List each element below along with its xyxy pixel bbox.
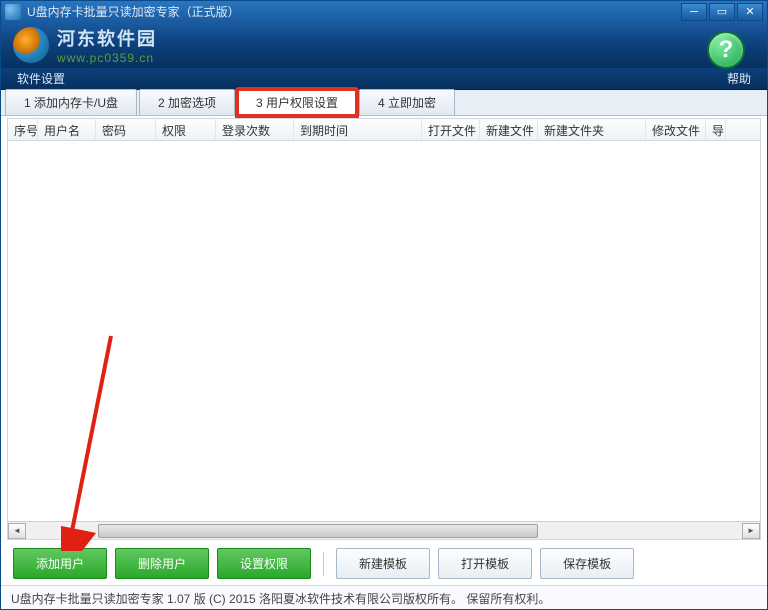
titlebar: U盘内存卡批量只读加密专家（正式版） ─ ▭ ✕ <box>1 1 767 23</box>
scroll-right-button[interactable]: ► <box>742 523 760 539</box>
col-newfile[interactable]: 新建文件 <box>480 119 538 140</box>
table-body <box>8 141 760 521</box>
minimize-button[interactable]: ─ <box>681 3 707 21</box>
window-title: U盘内存卡批量只读加密专家（正式版） <box>27 3 681 20</box>
scroll-left-button[interactable]: ◄ <box>8 523 26 539</box>
table-header: 序号 用户名 密码 权限 登录次数 到期时间 打开文件 新建文件 新建文件夹 修… <box>8 119 760 141</box>
app-header: 河东软件园 www.pc0359.cn ? <box>1 23 767 68</box>
horizontal-scrollbar[interactable]: ◄ ► <box>8 521 760 539</box>
col-export[interactable]: 导 <box>706 119 726 140</box>
content-area: 序号 用户名 密码 权限 登录次数 到期时间 打开文件 新建文件 新建文件夹 修… <box>1 116 767 585</box>
button-bar: 添加用户 删除用户 设置权限 新建模板 打开模板 保存模板 <box>7 540 761 583</box>
scroll-thumb[interactable] <box>98 524 538 538</box>
tabbar: 1 添加内存卡/U盘 2 加密选项 3 用户权限设置 4 立即加密 <box>1 90 767 116</box>
logo-url: www.pc0359.cn <box>57 51 157 65</box>
save-template-button[interactable]: 保存模板 <box>540 548 634 579</box>
help-icon[interactable]: ? <box>707 31 745 69</box>
close-button[interactable]: ✕ <box>737 3 763 21</box>
add-user-button[interactable]: 添加用户 <box>13 548 107 579</box>
col-editfile[interactable]: 修改文件 <box>646 119 706 140</box>
menubar: 软件设置 帮助 <box>1 68 767 90</box>
user-table: 序号 用户名 密码 权限 登录次数 到期时间 打开文件 新建文件 新建文件夹 修… <box>7 118 761 540</box>
tab-user-permissions[interactable]: 3 用户权限设置 <box>237 89 357 116</box>
menu-settings[interactable]: 软件设置 <box>9 68 73 89</box>
status-bar: U盘内存卡批量只读加密专家 1.07 版 (C) 2015 洛阳夏冰软件技术有限… <box>1 585 767 609</box>
app-logo: 河东软件园 www.pc0359.cn <box>13 25 157 65</box>
tab-encrypt-options[interactable]: 2 加密选项 <box>139 89 235 115</box>
col-openfile[interactable]: 打开文件 <box>422 119 480 140</box>
button-divider <box>323 552 324 576</box>
col-username[interactable]: 用户名 <box>38 119 96 140</box>
col-permission[interactable]: 权限 <box>156 119 216 140</box>
tab-encrypt-now[interactable]: 4 立即加密 <box>359 89 455 115</box>
col-newfolder[interactable]: 新建文件夹 <box>538 119 646 140</box>
set-permission-button[interactable]: 设置权限 <box>217 548 311 579</box>
col-password[interactable]: 密码 <box>96 119 156 140</box>
col-expire[interactable]: 到期时间 <box>294 119 422 140</box>
tab-add-device[interactable]: 1 添加内存卡/U盘 <box>5 89 137 115</box>
col-logins[interactable]: 登录次数 <box>216 119 294 140</box>
app-icon <box>5 4 21 20</box>
maximize-button[interactable]: ▭ <box>709 3 735 21</box>
delete-user-button[interactable]: 删除用户 <box>115 548 209 579</box>
logo-title: 河东软件园 <box>57 25 157 51</box>
col-seq[interactable]: 序号 <box>8 119 38 140</box>
open-template-button[interactable]: 打开模板 <box>438 548 532 579</box>
logo-icon <box>13 27 49 63</box>
new-template-button[interactable]: 新建模板 <box>336 548 430 579</box>
menu-help[interactable]: 帮助 <box>719 68 759 89</box>
